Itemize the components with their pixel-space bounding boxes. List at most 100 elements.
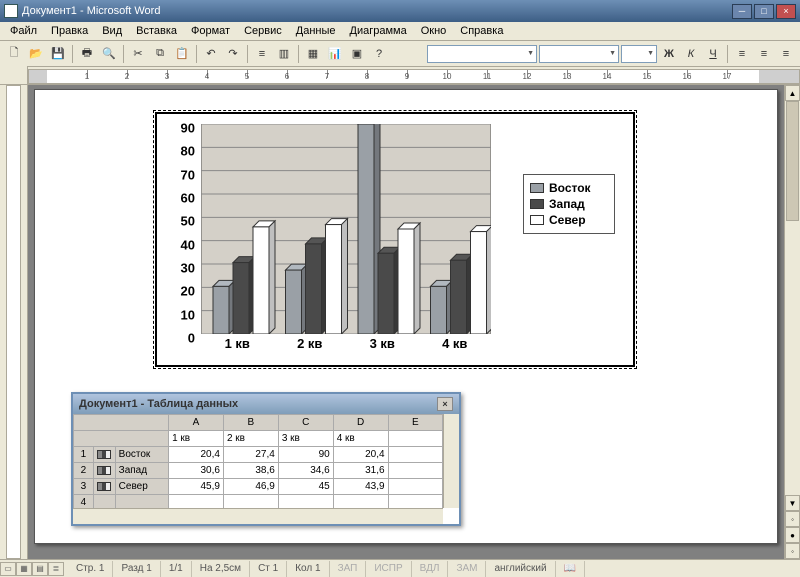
outline-view-button[interactable]: ≣ <box>48 562 64 576</box>
normal-view-button[interactable]: ▭ <box>0 562 16 576</box>
data-cell[interactable]: 45,9 <box>169 479 224 495</box>
data-cell[interactable]: 30,6 <box>169 463 224 479</box>
data-cell[interactable] <box>388 495 442 509</box>
legend-item[interactable]: Север <box>530 213 608 227</box>
datasheet-scrollbar-v[interactable] <box>443 414 459 508</box>
open-button[interactable]: 📂 <box>26 44 46 64</box>
chart-by-row-button[interactable]: ≡ <box>252 44 272 64</box>
menu-Окно[interactable]: Окно <box>415 23 453 39</box>
minimize-button[interactable]: ─ <box>732 4 752 19</box>
datasheet-grid[interactable]: ABCDE1 кв2 кв3 кв4 кв1Восток20,427,49020… <box>73 414 443 508</box>
category-header-cell[interactable]: 1 кв <box>169 431 224 447</box>
series-name-cell[interactable]: Север <box>115 479 168 495</box>
chart-object[interactable]: 0102030405060708090 1 кв2 кв3 кв4 кв Вос… <box>155 112 635 367</box>
chart-area-combo[interactable]: ▼ <box>427 45 537 63</box>
series-name-cell[interactable] <box>115 495 168 509</box>
web-view-button[interactable]: ▦ <box>16 562 32 576</box>
cut-button[interactable]: ✂ <box>128 44 148 64</box>
col-header[interactable]: E <box>388 415 442 431</box>
category-header-cell[interactable]: 3 кв <box>278 431 333 447</box>
category-header-cell[interactable]: 2 кв <box>223 431 278 447</box>
maximize-button[interactable]: □ <box>754 4 774 19</box>
scroll-up-button[interactable]: ▲ <box>785 85 800 101</box>
menu-Формат[interactable]: Формат <box>185 23 236 39</box>
data-cell[interactable]: 90 <box>278 447 333 463</box>
help-button[interactable]: ? <box>369 44 389 64</box>
save-button[interactable]: 💾 <box>48 44 68 64</box>
data-cell[interactable]: 27,4 <box>223 447 278 463</box>
new-doc-button[interactable]: 🗋 <box>4 44 24 64</box>
menu-Сервис[interactable]: Сервис <box>238 23 288 39</box>
col-header[interactable]: A <box>169 415 224 431</box>
menu-Правка[interactable]: Правка <box>45 23 94 39</box>
data-cell[interactable] <box>278 495 333 509</box>
vertical-ruler[interactable] <box>0 85 28 559</box>
data-cell[interactable] <box>169 495 224 509</box>
fill-color-button[interactable]: ▣ <box>347 44 367 64</box>
chart-by-col-button[interactable]: ▥ <box>274 44 294 64</box>
next-page-button[interactable]: ◦ <box>785 543 800 559</box>
menu-Вставка[interactable]: Вставка <box>130 23 183 39</box>
col-header[interactable]: C <box>278 415 333 431</box>
data-cell[interactable]: 34,6 <box>278 463 333 479</box>
undo-button[interactable]: ↶ <box>201 44 221 64</box>
scroll-down-button[interactable]: ▼ <box>785 495 800 511</box>
close-button[interactable]: × <box>776 4 796 19</box>
col-header[interactable]: B <box>223 415 278 431</box>
data-cell[interactable]: 38,6 <box>223 463 278 479</box>
series-icon-cell[interactable] <box>93 447 115 463</box>
row-header[interactable]: 2 <box>74 463 94 479</box>
legend-item[interactable]: Восток <box>530 181 608 195</box>
data-cell[interactable] <box>223 495 278 509</box>
data-cell[interactable] <box>388 463 442 479</box>
data-cell[interactable]: 20,4 <box>169 447 224 463</box>
series-icon-cell[interactable] <box>93 495 115 509</box>
status-book-icon[interactable]: 📖 <box>556 561 585 577</box>
data-cell[interactable]: 20,4 <box>333 447 388 463</box>
datasheet-titlebar[interactable]: Документ1 - Таблица данных × <box>73 394 459 414</box>
menu-Вид[interactable]: Вид <box>96 23 128 39</box>
redo-button[interactable]: ↷ <box>223 44 243 64</box>
italic-button[interactable]: К <box>681 44 701 64</box>
menu-Данные[interactable]: Данные <box>290 23 342 39</box>
category-header-cell[interactable]: 4 кв <box>333 431 388 447</box>
menu-Диаграмма[interactable]: Диаграмма <box>344 23 413 39</box>
series-icon-cell[interactable] <box>93 463 115 479</box>
series-name-cell[interactable]: Восток <box>115 447 168 463</box>
paste-button[interactable]: 📋 <box>172 44 192 64</box>
datasheet-scrollbar-h[interactable] <box>73 508 443 524</box>
horizontal-ruler[interactable]: 1234567891011121314151617 <box>28 69 800 84</box>
scroll-thumb[interactable] <box>786 101 799 221</box>
chart-legend[interactable]: Восток Запад Север <box>523 174 615 234</box>
align-right-button[interactable]: ≡ <box>776 44 796 64</box>
print-button[interactable]: 🖶 <box>77 44 97 64</box>
data-cell[interactable]: 46,9 <box>223 479 278 495</box>
fontsize-combo[interactable]: ▼ <box>621 45 657 63</box>
row-header[interactable]: 4 <box>74 495 94 509</box>
data-cell[interactable]: 43,9 <box>333 479 388 495</box>
vertical-scrollbar[interactable]: ▲ ▼ ◦ ● ◦ <box>784 85 800 559</box>
align-center-button[interactable]: ≡ <box>754 44 774 64</box>
datasheet-window[interactable]: Документ1 - Таблица данных × ABCDE 1 кв2 … <box>71 392 461 526</box>
menu-Справка[interactable]: Справка <box>454 23 509 39</box>
bold-button[interactable]: Ж <box>659 44 679 64</box>
menu-Файл[interactable]: Файл <box>4 23 43 39</box>
underline-button[interactable]: Ч <box>703 44 723 64</box>
row-header[interactable]: 3 <box>74 479 94 495</box>
series-name-cell[interactable]: Запад <box>115 463 168 479</box>
status-language[interactable]: английский <box>486 561 555 577</box>
data-cell[interactable] <box>333 495 388 509</box>
browse-object-button[interactable]: ● <box>785 527 800 543</box>
data-cell[interactable]: 45 <box>278 479 333 495</box>
col-header[interactable]: D <box>333 415 388 431</box>
print-view-button[interactable]: ▤ <box>32 562 48 576</box>
prev-page-button[interactable]: ◦ <box>785 511 800 527</box>
data-cell[interactable]: 31,6 <box>333 463 388 479</box>
data-cell[interactable] <box>388 479 442 495</box>
font-combo[interactable]: ▼ <box>539 45 619 63</box>
legend-item[interactable]: Запад <box>530 197 608 211</box>
chart-type-button[interactable]: 📊 <box>325 44 345 64</box>
series-icon-cell[interactable] <box>93 479 115 495</box>
align-left-button[interactable]: ≡ <box>732 44 752 64</box>
datasheet-close-button[interactable]: × <box>437 397 453 411</box>
